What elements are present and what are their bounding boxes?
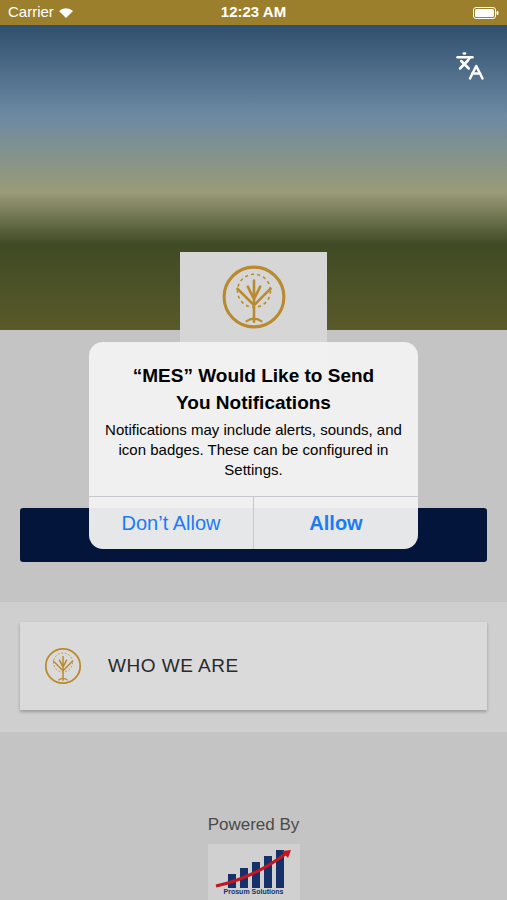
prosum-logo: Prosum Solutions (208, 844, 300, 900)
prosum-logo-text: Prosum Solutions (224, 888, 284, 895)
tree-logo-icon (221, 264, 287, 330)
prosum-chart-icon (214, 848, 294, 888)
menu-section: WHO WE ARE (0, 602, 507, 732)
alert-button[interactable]: Allow (253, 497, 418, 549)
app-screen: Carrier 12:23 AM WHO WE ARE Powered By Prosu… (0, 0, 507, 900)
alert-button[interactable]: Don’t Allow (89, 497, 253, 549)
language-button[interactable] (455, 51, 485, 81)
tree-icon (44, 647, 82, 685)
carrier-label: Carrier (8, 1, 54, 24)
translate-icon[interactable] (455, 51, 485, 81)
menu-card-label: WHO WE ARE (108, 652, 239, 681)
menu-card[interactable]: WHO WE ARE (20, 622, 487, 710)
battery-icon (473, 7, 499, 19)
footer: Powered By Prosum Solutions (0, 812, 507, 900)
powered-by-label: Powered By (208, 812, 300, 838)
alert-message: Notifications may include alerts, sounds… (105, 420, 402, 480)
notification-alert: “MES” Would Like to Send You Notificatio… (89, 342, 418, 549)
status-time: 12:23 AM (221, 1, 286, 24)
wifi-icon (58, 7, 74, 19)
alert-title: “MES” Would Like to Send You Notificatio… (105, 362, 402, 416)
status-bar: Carrier 12:23 AM (0, 0, 507, 25)
